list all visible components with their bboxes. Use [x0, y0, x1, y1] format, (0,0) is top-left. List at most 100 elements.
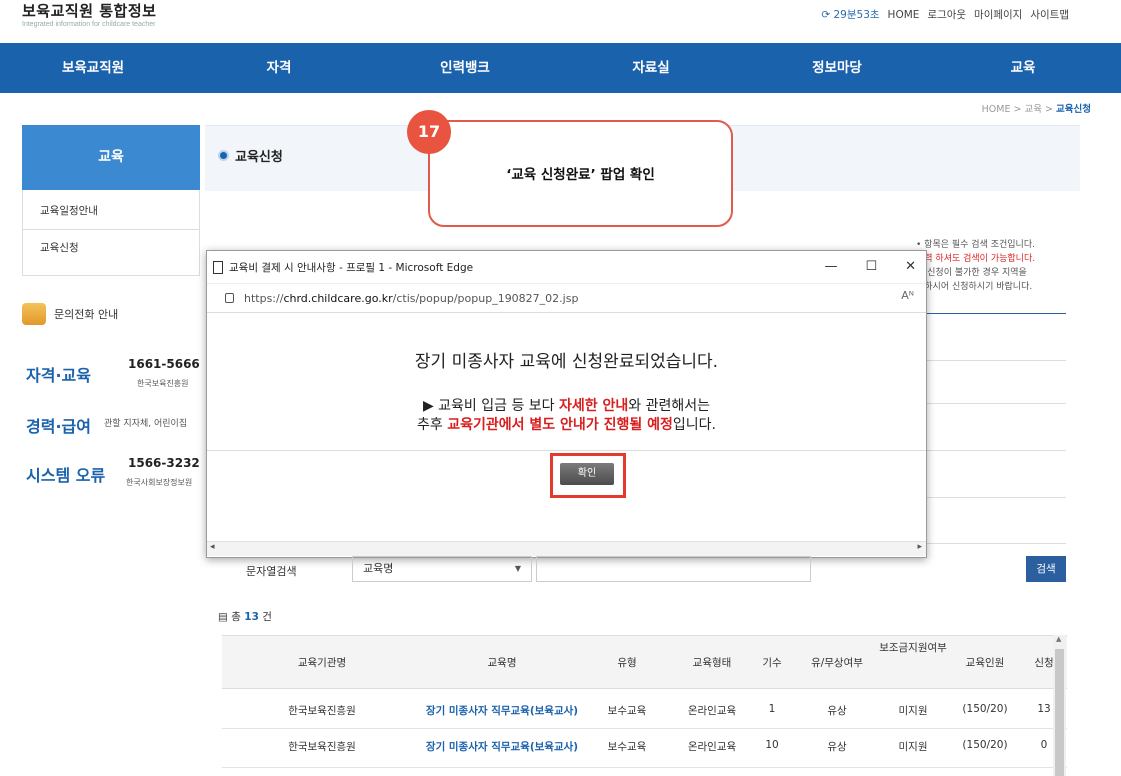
total-number: 13	[244, 611, 259, 623]
lnb-item-apply[interactable]: 교육신청	[22, 230, 200, 267]
cell-type: 보수교육	[607, 741, 647, 753]
session-clock: ⟳ 29분53초	[821, 9, 880, 21]
msg-text: 입니다.	[672, 417, 716, 433]
cell-type: 보수교육	[607, 705, 647, 717]
nav-jobbank[interactable]: 인력뱅크	[372, 43, 558, 93]
scroll-left-icon[interactable]: ◂	[210, 542, 215, 552]
address-bar[interactable]: https://chrd.childcare.go.kr/ctis/popup/…	[207, 283, 926, 313]
sitemap-link[interactable]: 사이트맵	[1030, 7, 1069, 22]
nav-qualification[interactable]: 자격	[186, 43, 372, 93]
col-org: 교육기관명	[297, 657, 347, 669]
cell-paid: 유상	[827, 741, 847, 753]
cell-paid: 유상	[827, 705, 847, 717]
bullet-icon	[218, 150, 229, 161]
read-aloud-icon[interactable]: Aᴺ	[901, 289, 914, 302]
table-header: 교육기관명 교육명 유형 교육형태 기수 유/무상여부 보조금지원여부 교육인원…	[222, 635, 1067, 689]
url-text: https://chrd.childcare.go.kr/ctis/popup/…	[244, 292, 578, 305]
breadcrumb-sep: >	[1045, 104, 1053, 115]
nav-info[interactable]: 정보마당	[744, 43, 930, 93]
msg-highlight: 교육기관에서 별도 안내가 진행될 예정	[447, 417, 673, 433]
contact-org: 한국사회보장정보원	[126, 478, 193, 487]
popup-window-title: 교육비 결제 시 안내사항 - 프로필 1 - Microsoft Edge	[229, 261, 474, 274]
cell-course-link[interactable]: 장기 미종사자 직무교육(보육교사)	[402, 703, 602, 718]
breadcrumb-current: 교육신청	[1056, 104, 1091, 115]
table-row[interactable]: 한국보육진흥원 장기 미종사자 직무교육(보육교사) 보수교육 온라인교육 1 …	[222, 688, 1067, 728]
msg-text: ▶ 교육비 입금 등 보다	[422, 398, 560, 414]
cell-course-link[interactable]: 장기 미종사자 직무교육(보육교사)	[402, 739, 602, 754]
main-nav: 보육교직원 자격 인력뱅크 자료실 정보마당 교육	[0, 43, 1121, 93]
table-row[interactable]: 한국보육진흥원 장기 미종사자 직무교육(보육교사) 보수교육 온라인교육 10…	[222, 728, 1067, 768]
logout-link[interactable]: 로그아웃	[927, 7, 966, 22]
cell-subsidy: 미지원	[898, 741, 928, 753]
search-button[interactable]: 검색	[1026, 556, 1066, 582]
col-subsidy: 보조금지원여부	[879, 642, 947, 654]
mypage-link[interactable]: 마이페이지	[974, 7, 1022, 22]
note-line: • 항목은 필수 검색 조건입니다.	[916, 240, 1035, 250]
chevron-down-icon: ▼	[514, 564, 521, 573]
contact-name: 시스템 오류	[26, 466, 106, 485]
col-round: 기수	[762, 657, 782, 669]
url-path: /ctis/popup/popup_190827_02.jsp	[392, 291, 579, 305]
url-host: chrd.childcare.go.kr	[283, 291, 393, 305]
total-suffix: 건	[262, 611, 272, 623]
col-type: 유형	[617, 657, 637, 669]
vertical-scrollbar[interactable]: ▲	[1053, 635, 1066, 776]
session-time: 29분53초	[833, 9, 880, 21]
divider	[924, 403, 1066, 404]
site-title[interactable]: 보육교직원 통합정보	[22, 0, 156, 21]
lock-icon[interactable]	[225, 293, 234, 303]
popup-message-detail: ▶ 교육비 입금 등 보다 자세한 안내와 관련해서는 추후 교육기관에서 별도…	[207, 397, 926, 435]
popup-divider	[207, 450, 926, 451]
site-subtitle: Integrated information for childcare tea…	[22, 21, 156, 28]
inquiry-title: 문의전화 안내	[22, 303, 118, 325]
contact-number: 1661-5666	[128, 357, 200, 371]
scroll-thumb[interactable]	[1055, 649, 1064, 776]
lnb-item-schedule[interactable]: 교육일정안내	[22, 193, 200, 230]
contact-org: 한국보육진흥원	[137, 379, 189, 388]
home-link[interactable]: HOME	[888, 9, 920, 21]
msg-highlight: 자세한 안내	[559, 398, 629, 414]
contact-number: 1566-3232	[128, 456, 200, 470]
note-line: 력하시어 신청하시기 바랍니다.	[916, 282, 1033, 292]
col-capacity: 교육인원	[965, 657, 1005, 669]
nav-education[interactable]: 교육	[930, 43, 1116, 93]
nav-library[interactable]: 자료실	[558, 43, 744, 93]
maximize-icon[interactable]: ☐	[865, 259, 877, 274]
popup-titlebar[interactable]: 교육비 결제 시 안내사항 - 프로필 1 - Microsoft Edge	[207, 251, 926, 283]
row-divider	[222, 767, 1067, 768]
minimize-icon[interactable]: —	[824, 259, 837, 274]
inquiry-label: 문의전화 안내	[54, 308, 119, 321]
msg-text: 와 관련해서는	[628, 398, 711, 414]
divider	[924, 313, 1066, 314]
popup-message-main: 장기 미종사자 교육에 신청완료되었습니다.	[414, 352, 719, 372]
close-icon[interactable]: ✕	[905, 259, 916, 274]
divider	[924, 360, 1066, 361]
divider	[924, 497, 1066, 498]
horizontal-scrollbar[interactable]: ◂ ▸	[207, 541, 926, 556]
search-input[interactable]	[536, 556, 811, 582]
total-prefix: 총	[231, 611, 241, 623]
nav-staff[interactable]: 보육교직원	[0, 43, 186, 93]
page-icon	[213, 260, 223, 274]
contact-name: 자격·교육	[26, 366, 91, 385]
search-label: 문자열검색	[246, 565, 297, 578]
breadcrumb-section[interactable]: 교육	[1025, 104, 1042, 115]
utility-links: ⟳ 29분53초 HOME 로그아웃 마이페이지 사이트맵	[821, 7, 1069, 22]
confirm-button[interactable]: 확인	[560, 463, 614, 485]
scroll-right-icon[interactable]: ▸	[917, 542, 922, 552]
page-title-text: 교육신청	[235, 150, 283, 165]
cell-capacity: (150/20)	[962, 739, 1008, 751]
col-paid: 유/무상여부	[811, 657, 863, 669]
contact-org: 관할 지자체, 어린이집	[104, 419, 188, 429]
breadcrumb-home[interactable]: HOME	[982, 104, 1011, 115]
col-format: 교육형태	[692, 657, 732, 669]
total-count: ▤ 총 13 건	[218, 609, 272, 624]
cell-format: 온라인교육	[687, 741, 737, 753]
scroll-up-icon[interactable]: ▲	[1056, 635, 1061, 643]
breadcrumb-sep: >	[1013, 104, 1022, 115]
cell-org: 한국보육진흥원	[288, 705, 356, 717]
search-type-select[interactable]: 교육명 ▼	[352, 556, 532, 582]
step-badge: 17	[407, 110, 451, 154]
cell-round: 10	[765, 739, 779, 751]
note-line: 입력 하셔도 검색이 가능합니다.	[916, 254, 1036, 264]
